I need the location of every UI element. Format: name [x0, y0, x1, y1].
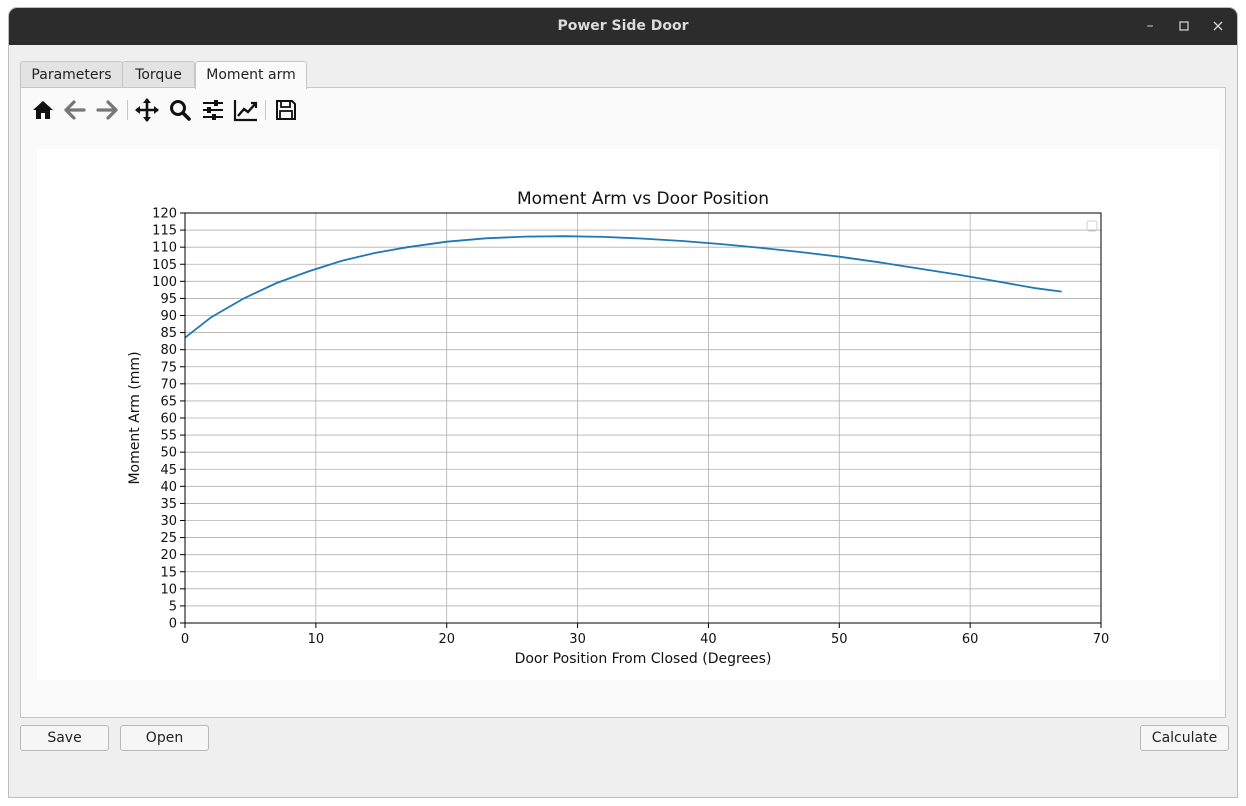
toolbar-separator [265, 100, 266, 120]
y-tick-label: 80 [160, 343, 177, 358]
x-tick-label: 20 [438, 632, 455, 647]
save-button[interactable]: Save [20, 725, 109, 751]
chart-title: Moment Arm vs Door Position [517, 189, 769, 209]
y-tick-label: 30 [160, 514, 177, 529]
tab-torque[interactable]: Torque [122, 61, 195, 88]
legend-box [1086, 220, 1098, 232]
tab-parameters[interactable]: Parameters [20, 61, 123, 88]
y-tick-label: 45 [160, 463, 177, 478]
window-title: Power Side Door [557, 18, 689, 34]
y-tick-label: 40 [160, 480, 177, 495]
plot-canvas[interactable]: 0 10 20 30 40 50 60 70 0 5 10 15 20 25 30 35 40 45 50 55 60 6… [37, 149, 1219, 680]
app-window: Power Side Door – Parameters Torque Mome… [9, 8, 1237, 797]
forward-icon[interactable] [93, 96, 121, 124]
y-tick-label: 10 [160, 582, 177, 597]
y-tick-label: 100 [152, 275, 177, 290]
title-bar: Power Side Door – [9, 8, 1237, 45]
moment-arm-chart: 0 10 20 30 40 50 60 70 0 5 10 15 20 25 30 35 40 45 50 55 60 6… [127, 189, 1110, 667]
y-tick-label: 85 [160, 326, 177, 341]
y-tick-label: 65 [160, 394, 177, 409]
y-tick-label: 20 [160, 548, 177, 563]
y-tick-label: 50 [160, 446, 177, 461]
x-axis-label: Door Position From Closed (Degrees) [515, 651, 772, 667]
tab-moment-arm[interactable]: Moment arm [195, 61, 307, 89]
home-icon[interactable] [29, 96, 57, 124]
calculate-button[interactable]: Calculate [1140, 725, 1229, 751]
y-tick-label: 75 [160, 360, 177, 375]
y-tick-label: 120 [152, 207, 177, 222]
y-tick-label: 5 [169, 599, 177, 614]
minimize-icon[interactable]: – [1140, 16, 1160, 36]
toolbar-separator [127, 100, 128, 120]
pan-icon[interactable] [133, 96, 161, 124]
back-icon[interactable] [61, 96, 89, 124]
y-tick-label: 70 [160, 377, 177, 392]
tab-panel: 0 10 20 30 40 50 60 70 0 5 10 15 20 25 30 35 40 45 50 55 60 6… [20, 87, 1226, 718]
open-button[interactable]: Open [120, 725, 209, 751]
x-tick-label: 70 [1093, 632, 1110, 647]
zoom-icon[interactable] [166, 96, 194, 124]
close-icon[interactable] [1208, 16, 1228, 36]
x-tick-label: 30 [569, 632, 586, 647]
y-tick-label: 55 [160, 429, 177, 444]
y-tick-label: 60 [160, 412, 177, 427]
maximize-icon[interactable] [1174, 16, 1194, 36]
y-tick-label: 15 [160, 565, 177, 580]
y-tick-label: 110 [152, 241, 177, 256]
y-tick-label: 95 [160, 292, 177, 307]
configure-subplots-icon[interactable] [199, 96, 227, 124]
y-tick-label: 105 [152, 258, 177, 273]
save-figure-icon[interactable] [272, 96, 300, 124]
x-tick-label: 10 [308, 632, 325, 647]
y-axis-label: Moment Arm (mm) [127, 351, 143, 484]
x-tick-label: 40 [700, 632, 717, 647]
x-tick-label: 50 [831, 632, 848, 647]
y-tick-label: 25 [160, 531, 177, 546]
x-tick-label: 60 [962, 632, 979, 647]
edit-axis-icon[interactable] [232, 96, 260, 124]
y-tick-label: 90 [160, 309, 177, 324]
y-tick-label: 0 [169, 617, 177, 632]
y-tick-label: 115 [152, 224, 177, 239]
y-tick-label: 35 [160, 497, 177, 512]
moment-arm-series-line [184, 235, 1062, 339]
x-tick-label: 0 [181, 632, 189, 647]
